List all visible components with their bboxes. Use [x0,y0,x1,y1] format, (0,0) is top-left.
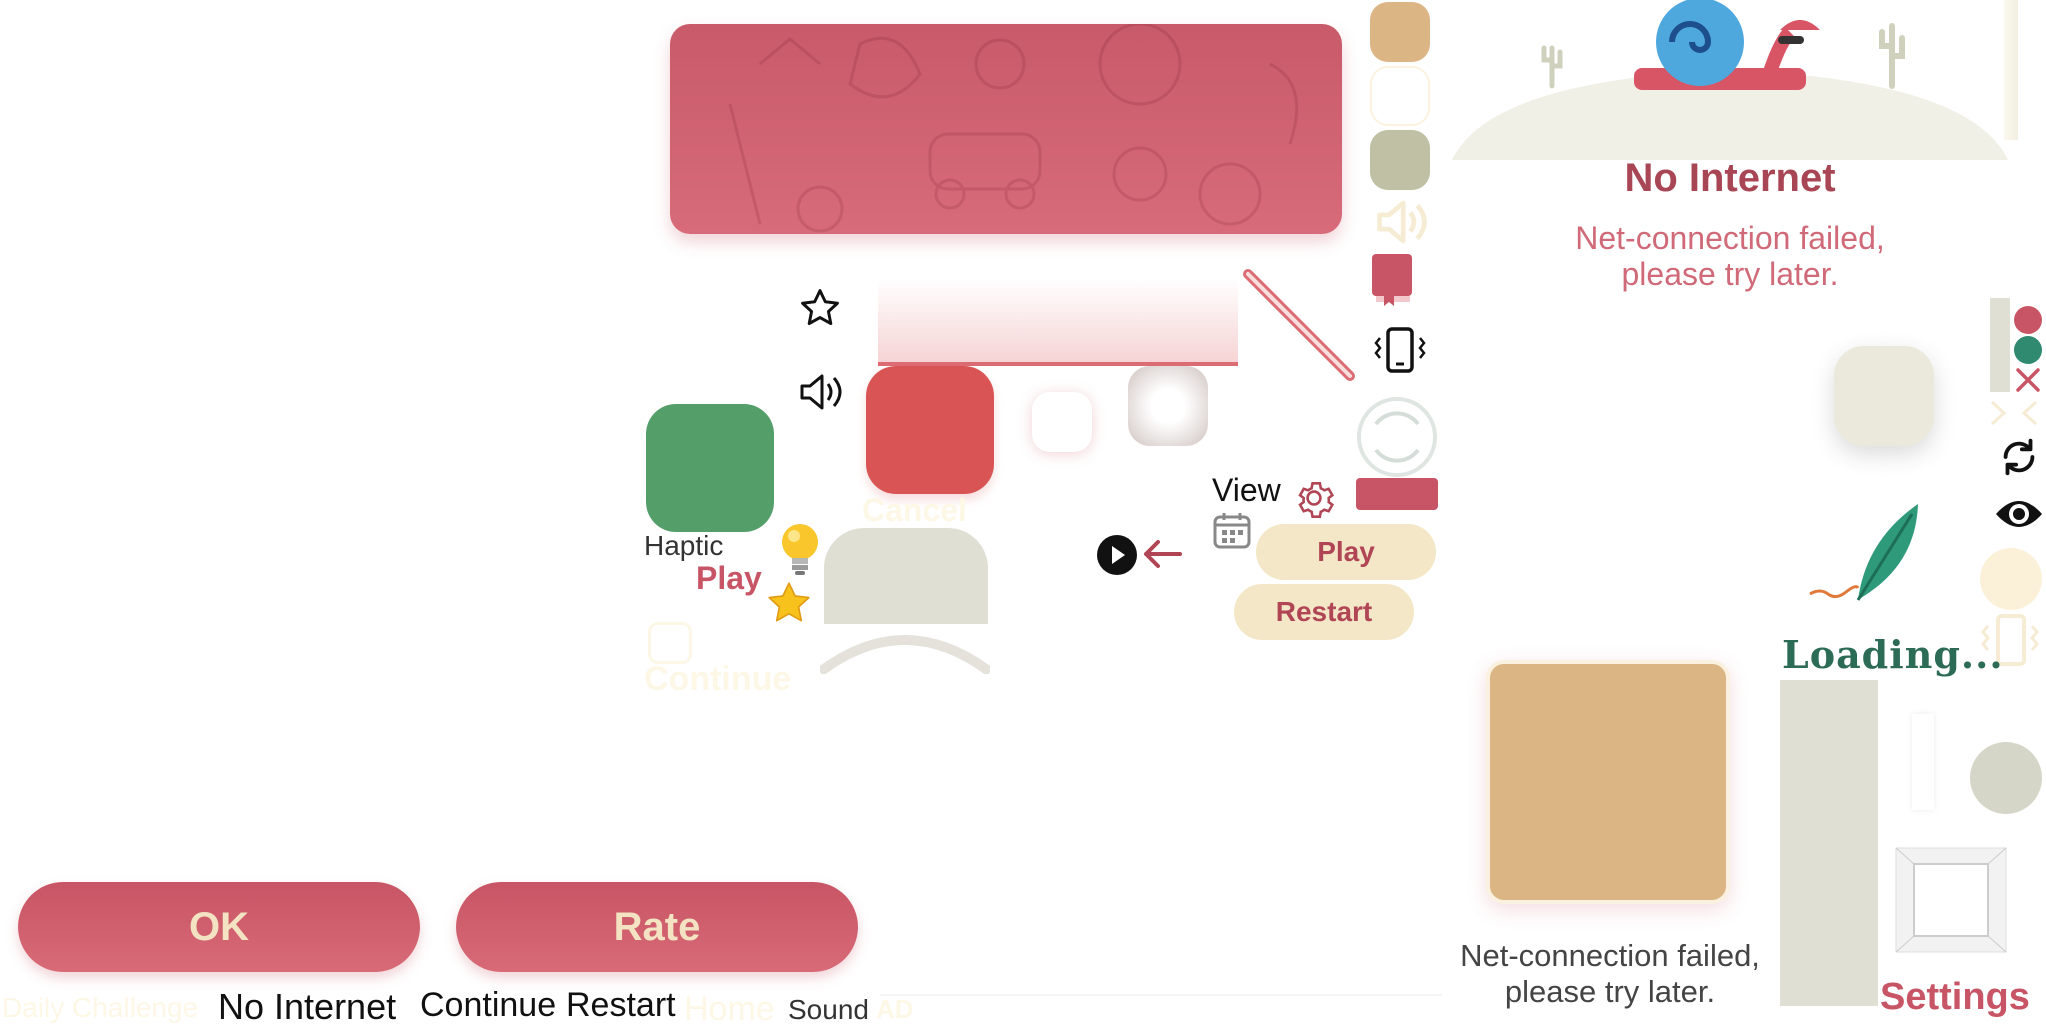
gradient-strip [878,278,1238,366]
loading-ring-icon [1354,394,1440,480]
snail-icon [1630,0,1830,92]
eye-icon[interactable] [1994,494,2044,534]
haptic-label: Haptic [644,530,724,561]
cream-swatch [1370,66,1430,126]
star-icon[interactable] [798,286,842,330]
ok-button[interactable]: OK [18,882,420,972]
no-internet-title: No Internet [1624,156,1836,200]
white-tile [1032,392,1092,452]
lightbulb-icon [776,520,824,580]
sand-swatch [1370,2,1430,62]
gear-icon[interactable] [1292,476,1336,520]
continue-label: Continue [644,660,792,698]
ghost-checkbox [648,622,692,664]
rate-button[interactable]: Rate [456,882,858,972]
shaded-tile [1128,366,1208,446]
book-icon[interactable] [1370,252,1414,308]
net-message-line1: Net-connection failed, [1460,938,1760,973]
play-label: Play [696,560,762,596]
play-circle-icon[interactable] [1096,534,1138,576]
beige-slider-track [1990,298,2010,392]
no-internet-message-line1: Net-connection failed, [1575,220,1885,256]
speaker-ghost-icon [1368,196,1436,248]
wave-shape [816,628,994,676]
chevrons-icon [1988,398,2040,428]
green-dot [2014,336,2042,364]
gray-circle [1970,742,2042,814]
feather-icon [1806,500,1926,610]
red-dot [2014,306,2042,334]
restart-bottom-label: Restart [566,986,676,1024]
speaker-icon[interactable] [796,370,846,414]
frame-tile [1894,846,2008,954]
settings-label: Settings [1880,976,2030,1018]
phone-vibrate-icon[interactable] [1372,326,1428,376]
doodle-banner [670,24,1342,234]
daily-challenge-label: Daily Challenge [2,992,199,1023]
cancel-label: Cancel [862,492,967,528]
right-edge-strip [2004,0,2018,140]
cream-circle [1980,548,2042,610]
loading-label: Loading... [1782,632,2004,677]
restart-pill-button[interactable]: Restart [1234,584,1414,640]
beige-tab [824,528,988,624]
thin-white-bar [1912,714,1934,810]
net-message-line2: please try later. [1504,974,1716,1009]
beige-soft-tile [1834,346,1934,446]
no-internet-message-line2: please try later. [1621,256,1839,292]
arrow-left-icon[interactable] [1140,536,1184,572]
doodle-pattern [728,24,1299,233]
green-button[interactable] [646,404,774,532]
play-pill-button[interactable]: Play [1256,524,1436,580]
sound-label: Sound [788,994,869,1025]
calendar-icon[interactable] [1212,510,1252,550]
sand-card [1486,660,1730,904]
no-internet-bottom-label: No Internet [218,986,397,1027]
close-icon[interactable] [2014,366,2042,394]
no-internet-dialog: No Internet Net-connection failed, pleas… [1450,0,2010,320]
gold-star-icon [764,578,814,628]
bottom-divider [880,994,1442,996]
sage-swatch [1370,130,1430,190]
home-label: Home [684,990,775,1028]
continue-bottom-label: Continue [420,986,557,1024]
diagonal-slash [1240,268,1360,384]
red-cancel-button[interactable] [866,366,994,494]
refresh-icon[interactable] [1996,434,2042,480]
ad-label: AD [876,994,914,1024]
view-label: View [1212,472,1281,508]
beige-column [1780,680,1878,1006]
pink-bar [1356,478,1438,510]
